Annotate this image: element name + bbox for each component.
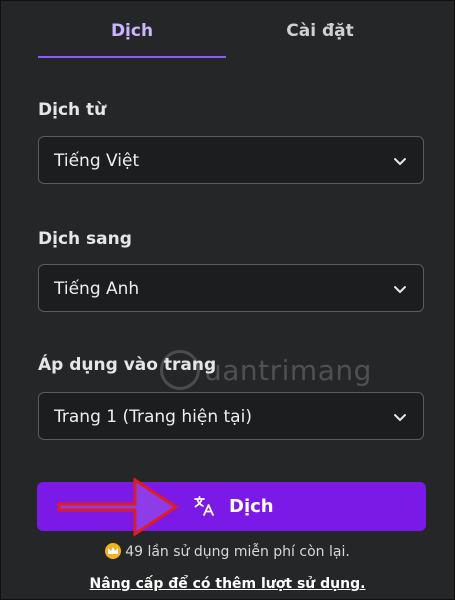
to-language-value: Tiếng Anh: [54, 279, 140, 299]
apply-page-select[interactable]: Trang 1 (Trang hiện tại): [38, 392, 424, 440]
red-arrow-annotation-icon: [57, 477, 179, 537]
from-language-label: Dịch từ: [38, 100, 107, 120]
usage-text: 49 lần sử dụng miễn phí còn lại.: [125, 544, 350, 560]
usage-info: 49 lần sử dụng miễn phí còn lại.: [0, 543, 455, 560]
translate-button-label: Dịch: [229, 496, 274, 517]
to-language-label: Dịch sang: [38, 229, 132, 249]
watermark-text: uantrimang: [204, 354, 372, 387]
chevron-down-icon: [394, 158, 406, 165]
upgrade-link[interactable]: Nâng cấp để có thêm lượt sử dụng.: [0, 576, 455, 592]
tab-settings[interactable]: Cài đặt: [226, 0, 414, 56]
from-language-value: Tiếng Việt: [54, 151, 140, 171]
from-language-select[interactable]: Tiếng Việt: [38, 136, 424, 184]
chevron-down-icon: [394, 414, 406, 421]
apply-page-value: Trang 1 (Trang hiện tại): [54, 407, 252, 427]
to-language-select[interactable]: Tiếng Anh: [38, 264, 424, 312]
tab-translate[interactable]: Dịch: [38, 0, 226, 58]
crown-icon: [105, 543, 122, 559]
translate-icon: [194, 496, 214, 516]
tab-bar: Dịch Cài đặt: [38, 0, 414, 58]
apply-page-label: Áp dụng vào trang: [38, 355, 217, 375]
chevron-down-icon: [394, 286, 406, 293]
